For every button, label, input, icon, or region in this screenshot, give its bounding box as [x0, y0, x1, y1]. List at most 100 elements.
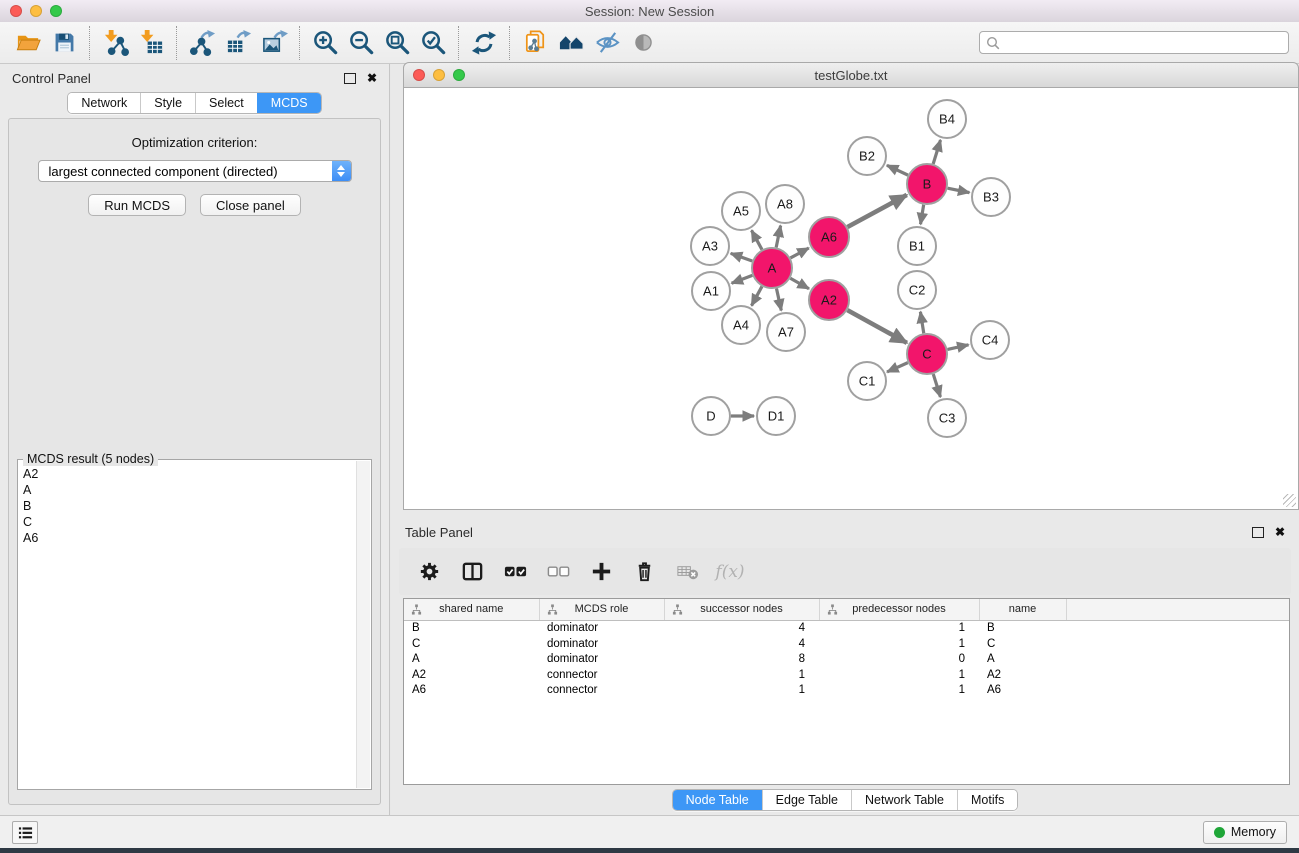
hide-selected-button[interactable] [589, 25, 625, 61]
import-network-button[interactable] [97, 25, 133, 61]
tab-mcds[interactable]: MCDS [257, 93, 321, 113]
mcds-result-item[interactable]: B [20, 498, 356, 514]
table-cell[interactable]: 1 [819, 683, 979, 699]
tab-network-table[interactable]: Network Table [851, 790, 957, 810]
graph-node-A2[interactable]: A2 [809, 280, 849, 320]
table-row[interactable]: A6connector11A6 [404, 683, 1289, 699]
table-cell[interactable]: A [404, 652, 539, 668]
delete-table-button[interactable] [673, 558, 701, 586]
task-history-button[interactable] [12, 821, 38, 844]
column-header-shared-name[interactable]: shared name [404, 599, 539, 620]
graph-node-B4[interactable]: B4 [928, 100, 966, 138]
memory-button[interactable]: Memory [1203, 821, 1287, 844]
table-row[interactable]: Adominator80A [404, 652, 1289, 668]
table-row[interactable]: Bdominator41B [404, 620, 1289, 636]
graph-node-C1[interactable]: C1 [848, 362, 886, 400]
close-window-button[interactable] [10, 5, 22, 17]
mcds-result-item[interactable]: C [20, 514, 356, 530]
table-cell[interactable]: 1 [819, 620, 979, 636]
minimize-window-button[interactable] [30, 5, 42, 17]
graph-edge-A-A3[interactable] [731, 253, 752, 261]
search-input[interactable] [1000, 35, 1282, 51]
graph-node-A4[interactable]: A4 [722, 306, 760, 344]
graph-node-C2[interactable]: C2 [898, 271, 936, 309]
node-table[interactable]: shared nameMCDS rolesuccessor nodesprede… [403, 598, 1290, 785]
tab-select[interactable]: Select [195, 93, 257, 113]
column-header-successor-nodes[interactable]: successor nodes [664, 599, 819, 620]
function-builder-button[interactable]: f(x) [716, 558, 744, 586]
graph-edge-C-C3[interactable] [933, 374, 940, 397]
graph-edge-A-A5[interactable] [752, 230, 762, 249]
save-session-button[interactable] [46, 25, 82, 61]
graph-node-C[interactable]: C [907, 334, 947, 374]
graph-node-B3[interactable]: B3 [972, 178, 1010, 216]
graph-edge-A-A8[interactable] [776, 226, 780, 248]
graph-node-D[interactable]: D [692, 397, 730, 435]
search-field[interactable] [979, 31, 1289, 54]
column-header-MCDS-role[interactable]: MCDS role [539, 599, 664, 620]
table-cell[interactable]: dominator [539, 652, 664, 668]
table-cell[interactable]: A2 [404, 667, 539, 683]
float-panel-icon[interactable] [344, 73, 356, 84]
table-cell[interactable]: 4 [664, 620, 819, 636]
show-all-button[interactable] [625, 25, 661, 61]
table-cell[interactable]: B [404, 620, 539, 636]
mcds-result-item[interactable]: A [20, 482, 356, 498]
graph-node-A[interactable]: A [752, 248, 792, 288]
resize-grip[interactable] [1283, 494, 1296, 507]
table-cell[interactable]: B [979, 620, 1066, 636]
graph-edge-A-A6[interactable] [790, 248, 808, 258]
graph-node-A7[interactable]: A7 [767, 313, 805, 351]
graph-edge-A-A7[interactable] [776, 289, 781, 311]
graph-edge-C-C2[interactable] [920, 312, 923, 334]
graph-node-C3[interactable]: C3 [928, 399, 966, 437]
network-zoom-button[interactable] [453, 69, 465, 81]
zoom-selected-button[interactable] [415, 25, 451, 61]
tab-edge-table[interactable]: Edge Table [762, 790, 851, 810]
table-cell[interactable]: C [404, 636, 539, 652]
add-row-button[interactable] [587, 558, 615, 586]
zoom-out-button[interactable] [343, 25, 379, 61]
graph-edge-A6-B[interactable] [847, 195, 906, 227]
table-cell[interactable]: 8 [664, 652, 819, 668]
deselect-all-button[interactable] [544, 558, 572, 586]
mcds-result-item[interactable]: A6 [20, 530, 356, 546]
zoom-fit-button[interactable] [379, 25, 415, 61]
graph-edge-B-B2[interactable] [887, 165, 908, 175]
import-table-button[interactable] [133, 25, 169, 61]
zoom-in-button[interactable] [307, 25, 343, 61]
table-cell[interactable]: A2 [979, 667, 1066, 683]
table-row[interactable]: Cdominator41C [404, 636, 1289, 652]
graph-edge-A-A1[interactable] [732, 275, 753, 283]
table-cell[interactable]: A6 [979, 683, 1066, 699]
table-row[interactable]: A2connector11A2 [404, 667, 1289, 683]
graph-edge-B-B1[interactable] [921, 205, 924, 225]
table-settings-button[interactable] [415, 558, 443, 586]
export-table-button[interactable] [220, 25, 256, 61]
graph-node-A8[interactable]: A8 [766, 185, 804, 223]
table-cell[interactable]: 1 [664, 667, 819, 683]
network-canvas[interactable]: B4B2BB3A8A5A6A3B1AA1C2A2A4A7C4CC1C3DD1 [403, 88, 1299, 510]
graph-node-A1[interactable]: A1 [692, 272, 730, 310]
graph-edge-B-B4[interactable] [933, 140, 940, 164]
tab-node-table[interactable]: Node Table [673, 790, 762, 810]
table-cell[interactable]: dominator [539, 636, 664, 652]
table-cell[interactable]: 1 [819, 636, 979, 652]
table-cell[interactable]: 1 [819, 667, 979, 683]
graph-node-B[interactable]: B [907, 164, 947, 204]
table-cell[interactable]: C [979, 636, 1066, 652]
run-mcds-button[interactable]: Run MCDS [88, 194, 186, 216]
delete-rows-button[interactable] [630, 558, 658, 586]
tab-motifs[interactable]: Motifs [957, 790, 1017, 810]
graph-node-A6[interactable]: A6 [809, 217, 849, 257]
close-panel-button[interactable]: Close panel [200, 194, 301, 216]
graph-edge-C-C4[interactable] [947, 345, 968, 350]
refresh-button[interactable] [466, 25, 502, 61]
network-close-button[interactable] [413, 69, 425, 81]
float-table-panel-icon[interactable] [1252, 527, 1264, 538]
graph-edge-C-C1[interactable] [887, 363, 908, 372]
zoom-window-button[interactable] [50, 5, 62, 17]
graph-edge-B-B3[interactable] [948, 188, 970, 192]
graph-edge-A-A2[interactable] [790, 278, 809, 288]
column-selector-button[interactable] [458, 558, 486, 586]
